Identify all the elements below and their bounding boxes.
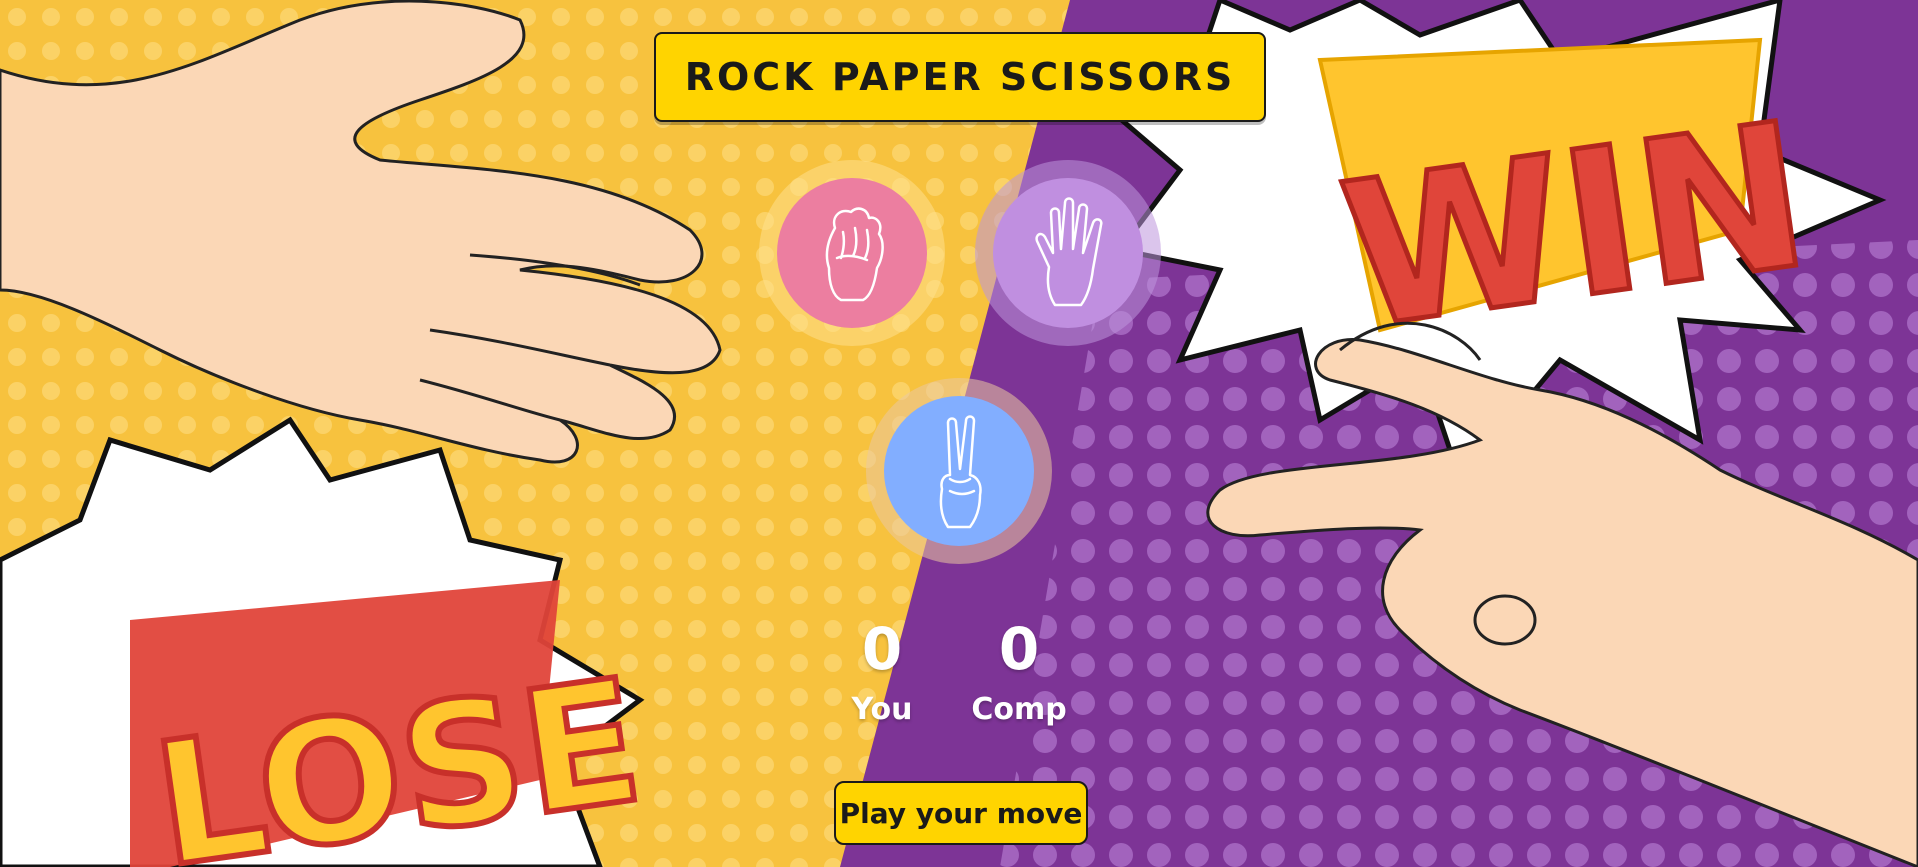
title-banner: ROCK PAPER SCISSORS <box>654 32 1266 122</box>
user-score-panel: 0 You <box>812 614 952 728</box>
game-title: ROCK PAPER SCISSORS <box>684 55 1236 99</box>
user-score-label: You <box>851 692 913 727</box>
status-message-box: Play your move <box>834 781 1088 845</box>
paper-choice-button[interactable] <box>975 160 1161 346</box>
scissors-choice-button[interactable] <box>866 378 1052 564</box>
peace-hand-icon <box>939 415 982 529</box>
rock-choice-circle <box>777 178 927 328</box>
rock-choice-button[interactable] <box>759 160 945 346</box>
comp-score-label: Comp <box>971 692 1067 727</box>
scissors-choice-circle <box>884 396 1034 546</box>
comp-score-panel: 0 Comp <box>949 614 1089 728</box>
open-hand-icon <box>1035 197 1103 307</box>
user-score-value: 0 <box>861 615 903 683</box>
fist-icon <box>825 207 884 302</box>
comp-score-value: 0 <box>998 615 1040 683</box>
status-message: Play your move <box>839 796 1083 830</box>
paper-choice-circle <box>993 178 1143 328</box>
